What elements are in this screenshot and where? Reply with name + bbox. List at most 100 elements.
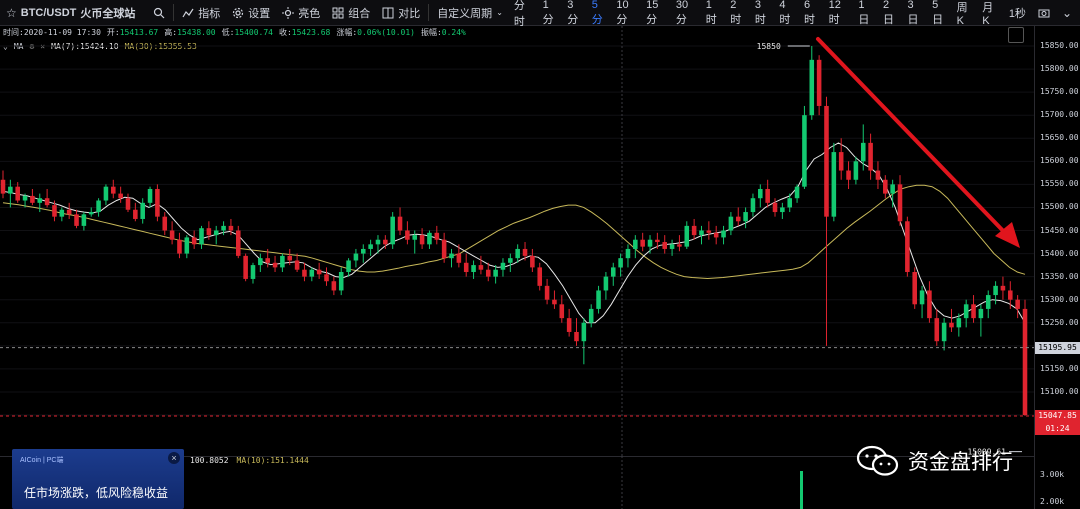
ad-close-button[interactable]: × [168,452,180,464]
more-button[interactable]: ⌄ [1056,0,1080,25]
chevron-down-icon: ⌄ [496,8,503,17]
period-tab[interactable]: 6时 [799,0,824,26]
period-tab[interactable]: 5分 [587,0,612,26]
candle-body [985,295,991,309]
screenshot-button[interactable] [1032,0,1056,25]
candle-body [559,304,565,319]
candle-body [809,59,815,116]
bright-button[interactable]: 亮色 [276,0,326,25]
period-tab[interactable]: 2时 [725,0,750,26]
candle-body [1008,290,1013,300]
indicator-button[interactable]: 指标 [176,0,226,25]
price-axis[interactable]: 15850.00 15800.00 15750.00 15700.00 15650.00… [1034,26,1080,509]
crosshair-price-tag: 15195.95 [1035,341,1080,354]
candle-body [794,186,800,199]
period-tab[interactable]: 15分 [641,0,671,26]
toolbar-divider [428,4,430,21]
candle-body [691,225,697,236]
period-tab[interactable]: 2日 [878,0,903,26]
countdown-value: 01:24 [1045,423,1070,433]
candle-body [647,239,653,247]
promo-banner[interactable]: AICoin | PC端 × 任市场涨跌，低风险稳收益 [12,449,184,509]
wechat-icon [856,445,899,476]
period-tab[interactable]: 周K [952,0,978,27]
period-tab[interactable]: 1时 [701,0,726,26]
compare-icon [382,7,394,18]
candle-body [169,230,175,240]
star-icon[interactable]: ☆ [6,6,17,20]
candle-body [618,258,623,268]
settings-button[interactable]: 设置 [226,0,276,25]
candle-body [258,258,263,266]
expand-icon[interactable] [1008,27,1024,43]
search-button[interactable] [147,0,171,25]
period-tab[interactable]: 4时 [774,0,799,26]
candle-body [346,260,351,273]
candle-body [816,59,822,106]
overlays: 1585015009.61 [0,37,1034,456]
candle-body [8,186,13,194]
vol-tick: 2.00k [1040,497,1065,506]
candle-body [625,248,631,259]
grid-icon [332,7,344,18]
candle-body [919,290,925,305]
candle-body [15,186,20,201]
candle-body [375,239,381,245]
refresh-interval[interactable]: 1秒 [1003,0,1032,25]
period-tab[interactable]: 10分 [611,0,641,26]
period-tab[interactable]: 30分 [671,0,701,26]
candle-body [368,244,373,249]
candle-body [228,225,234,231]
candle-body [294,260,300,270]
candle-body [74,214,79,226]
price-tick: 15450.00 [1040,225,1079,235]
vol-ma10-value: 151.1444 [270,456,309,465]
compare-button[interactable]: 对比 [376,0,426,25]
vol-ma10-label: MA(10): [236,456,271,465]
candlestick-chart[interactable]: 1585015009.61 [0,26,1034,456]
candle-body [37,198,43,203]
candle-body [758,188,763,199]
candle-body [221,225,226,231]
candle-body [677,244,682,247]
candle-body [669,244,675,249]
candle-body [236,230,241,256]
period-tab[interactable]: 1分 [538,0,563,26]
candle-body [316,269,322,275]
candle-body [353,253,359,261]
candle-body [941,322,947,342]
period-tab[interactable]: 3时 [750,0,775,26]
period-tab[interactable]: 分时 [509,0,538,28]
period-tab[interactable]: 3分 [562,0,587,26]
settings-label: 设置 [248,7,271,20]
candle-body [713,232,719,238]
indicator-label: 指标 [198,7,221,20]
candle-body [449,253,454,259]
period-tab[interactable]: 12时 [824,0,854,26]
toolbar-divider [173,4,175,21]
candle-body [787,198,792,208]
period-tab[interactable]: 月K [977,0,1003,27]
period-tab[interactable]: 5日 [927,0,952,26]
candle-body [750,198,756,213]
period-tab[interactable]: 1日 [853,0,878,26]
combo-button[interactable]: 组合 [326,0,376,25]
vol-tick: 3.00k [1040,470,1065,479]
candle-body [1022,308,1028,415]
period-tab[interactable]: 3日 [903,0,928,26]
candle-body [485,269,491,277]
candle-body [250,265,256,279]
candle-body [530,255,535,268]
candle-body [206,228,212,236]
candle-body [831,152,837,217]
candle-body [993,285,998,296]
countdown-tag: 01:24 [1035,421,1080,435]
price-tick: 15800.00 [1040,64,1079,74]
candle-body [140,202,145,219]
vol-ma10: MA(10):151.1444 [237,456,309,465]
candle-body [0,179,6,194]
candle-body [508,258,513,263]
custom-period-button[interactable]: 自定义周期 ⌄ [431,0,509,25]
candle-body [272,262,278,268]
pair-selector[interactable]: ☆ BTC/USDT 火币全球站 [0,0,141,25]
